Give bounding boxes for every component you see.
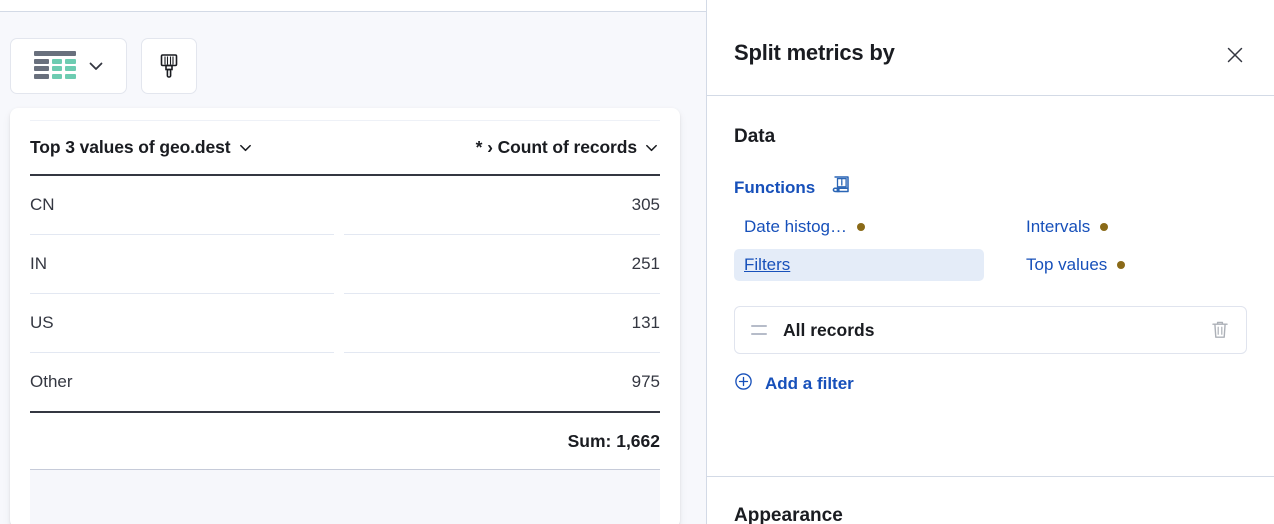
function-option-label: Intervals (1026, 217, 1091, 236)
drag-handle-icon[interactable] (751, 325, 767, 335)
status-dot-icon (1100, 223, 1109, 231)
flyout-body: Data Functions Date histog… Intervals Fi… (707, 126, 1274, 396)
functions-label-row: Functions (734, 174, 1247, 201)
filter-label: All records (783, 319, 875, 340)
add-filter-button[interactable]: Add a filter (734, 372, 1247, 396)
row-divider (30, 234, 660, 235)
trash-icon[interactable] (1210, 319, 1230, 341)
table-row[interactable]: IN 251 (30, 235, 660, 293)
function-option-filters[interactable]: Filters (734, 249, 984, 281)
flyout-header: Split metrics by (707, 0, 1274, 96)
chart-toolbar (10, 38, 197, 94)
status-dot-icon (857, 223, 865, 231)
column-header-bucket[interactable]: Top 3 values of geo.dest (30, 137, 344, 158)
chevron-down-icon[interactable] (644, 140, 660, 156)
status-dot-icon (1117, 261, 1126, 269)
table-empty-footer (30, 469, 660, 524)
section-title-data: Data (734, 126, 776, 147)
functions-label[interactable]: Functions (734, 178, 815, 198)
function-option-intervals[interactable]: Intervals (1016, 211, 1118, 243)
column-header-bucket-label: Top 3 values of geo.dest (30, 137, 231, 157)
filter-row[interactable]: All records (734, 306, 1247, 354)
cell-bucket: Other (30, 372, 73, 391)
function-option-top-values[interactable]: Top values (1016, 249, 1135, 281)
paintbrush-icon (157, 53, 181, 79)
table-row[interactable]: US 131 (30, 294, 660, 352)
datatable-card: Top 3 values of geo.dest * › Count of re… (10, 108, 680, 524)
book-info-icon[interactable] (831, 174, 853, 201)
flyout-title: Split metrics by (734, 40, 895, 65)
close-icon[interactable] (1222, 42, 1248, 68)
function-option-label: Top values (1026, 255, 1108, 274)
workspace-panel: Top 3 values of geo.dest * › Count of re… (0, 12, 706, 524)
row-divider (30, 352, 660, 353)
function-option-label: Filters (744, 255, 791, 274)
cell-count: 251 (631, 254, 660, 273)
app-root: Top 3 values of geo.dest * › Count of re… (0, 0, 1274, 524)
table-summary-row: Sum: 1,662 (30, 413, 660, 469)
section-title-appearance: Appearance (734, 505, 843, 524)
functions-grid: Date histog… Intervals Filters Top value… (734, 208, 1247, 284)
chevron-down-icon (88, 58, 104, 74)
function-option-date-histogram[interactable]: Date histog… (734, 211, 875, 243)
table-header-row: Top 3 values of geo.dest * › Count of re… (30, 120, 660, 174)
style-settings-button[interactable] (141, 38, 197, 94)
datatable: Top 3 values of geo.dest * › Count of re… (30, 120, 660, 524)
cell-bucket: CN (30, 195, 55, 214)
cell-count: 305 (631, 195, 660, 214)
add-filter-label: Add a filter (765, 374, 854, 393)
cell-count: 131 (631, 313, 660, 332)
summary-value: Sum: 1,662 (567, 430, 660, 451)
table-grid-icon (33, 51, 76, 81)
table-row[interactable]: Other 975 (30, 353, 660, 411)
function-option-label: Date histog… (744, 217, 847, 236)
plus-circle-icon (734, 372, 753, 396)
cell-bucket: US (30, 313, 54, 332)
row-divider (30, 293, 660, 294)
column-header-metric-label: * › Count of records (475, 137, 637, 157)
column-header-metric[interactable]: * › Count of records (344, 137, 660, 158)
cell-count: 975 (631, 372, 660, 391)
flyout-section-divider (707, 476, 1274, 477)
visualization-type-button[interactable] (10, 38, 127, 94)
cell-bucket: IN (30, 254, 47, 273)
split-metrics-flyout: Split metrics by Data Functions Date his… (706, 0, 1274, 524)
table-row[interactable]: CN 305 (30, 176, 660, 234)
chevron-down-icon[interactable] (238, 140, 254, 156)
